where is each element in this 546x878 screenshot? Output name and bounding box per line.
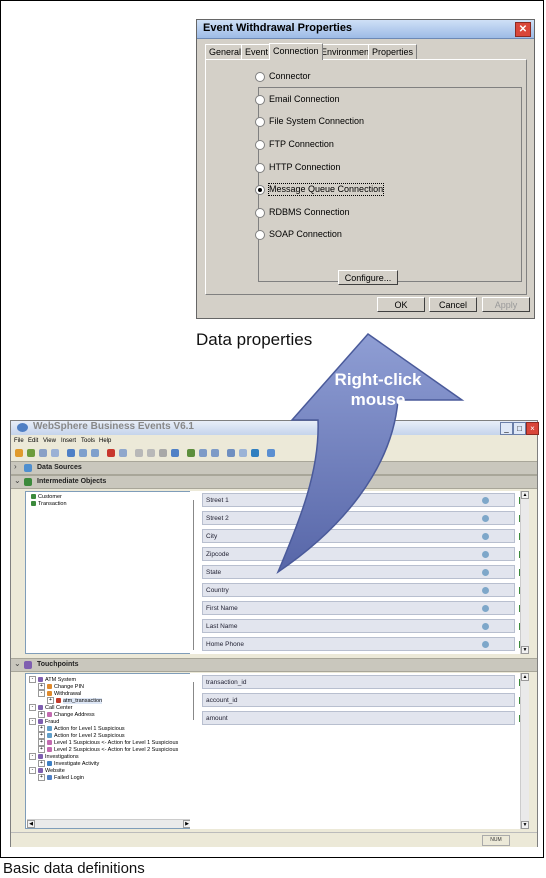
tab-connection[interactable]: Connection	[269, 43, 323, 60]
arrow-label-line1: Right-click	[335, 370, 422, 389]
arrow-label-line2: mouse	[351, 390, 406, 409]
caption-basic-data-definitions: Basic data definitions	[3, 860, 145, 877]
right-click-arrow: Right-click mouse	[276, 333, 465, 575]
